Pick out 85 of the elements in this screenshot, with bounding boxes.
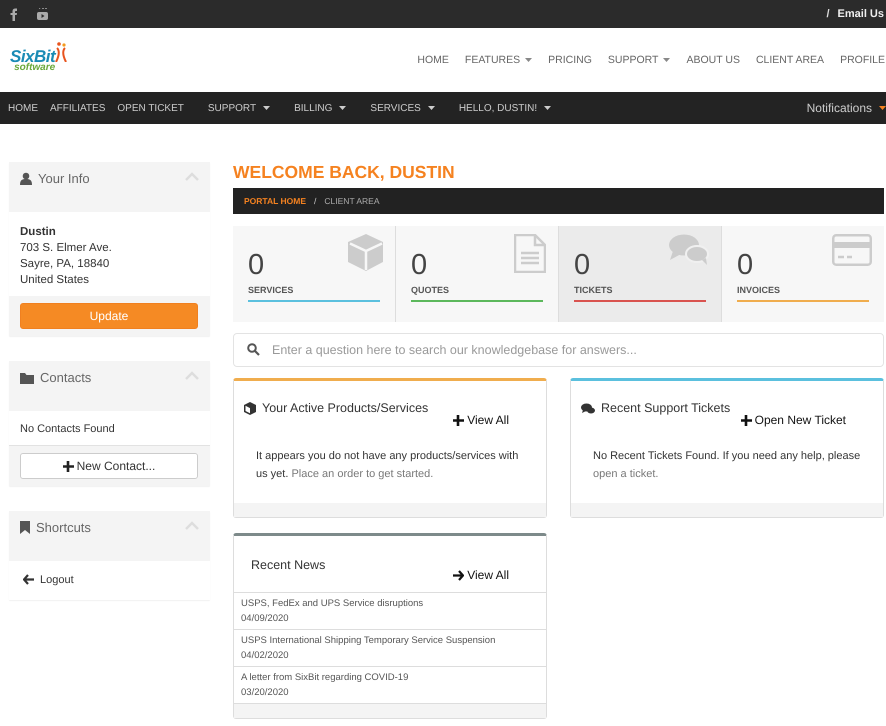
stat-label: INVOICES <box>737 285 780 297</box>
nav-link[interactable]: BILLING <box>286 102 350 114</box>
nav-link[interactable]: AFFILIATES <box>42 102 110 114</box>
breadcrumb-current: CLIENT AREA <box>324 196 380 206</box>
contact-name: Dustin <box>20 225 57 240</box>
stat-tile[interactable]: 0 QUOTES <box>396 226 559 322</box>
new-contact-button[interactable]: New Contact... <box>20 453 198 479</box>
view-all-link[interactable]: View All <box>453 568 509 582</box>
caret-icon <box>544 106 552 110</box>
arrow-left-icon <box>23 574 34 585</box>
email-us-link[interactable]: Email Us <box>838 8 884 20</box>
nav-link[interactable]: SERVICES <box>362 102 439 114</box>
nav-link[interactable]: HOME <box>0 102 42 114</box>
knowledgebase-search-field[interactable]: Enter a question here to search our knowledgebase for answers... <box>233 333 884 367</box>
breadcrumb-link[interactable]: PORTAL HOME <box>244 196 306 206</box>
menu-link[interactable]: PRICING <box>540 54 600 66</box>
address-line: United States <box>20 273 90 288</box>
address-line: 703 S. Elmer Ave. <box>20 241 113 256</box>
address-line: Sayre, PA, 18840 <box>20 257 110 272</box>
panel-action-link[interactable]: View All <box>453 413 509 427</box>
stat-label: QUOTES <box>411 285 450 297</box>
credit-card-icon <box>832 234 872 266</box>
panel-message: It appears you do not have any products/services with us yet. Place an order to get started. <box>255 449 520 482</box>
caret-icon <box>263 106 270 110</box>
caret-icon <box>339 106 346 110</box>
panel-title: Shortcuts <box>36 521 91 535</box>
notifications-menu[interactable]: Notifications <box>798 101 886 115</box>
stat-count: 0 <box>737 250 754 280</box>
panel-title: Your Active Products/Services <box>262 401 428 415</box>
caret-icon <box>879 106 886 110</box>
separator: / <box>826 8 830 20</box>
stat-count: 0 <box>248 250 264 280</box>
menu-link[interactable]: CLIENT AREA <box>748 54 832 66</box>
news-title-link[interactable]: USPS, FedEx and UPS Service disruptions <box>241 596 424 611</box>
stat-count: 0 <box>574 250 590 280</box>
caret-icon <box>525 58 532 62</box>
stat-tile[interactable]: 0 TICKETS <box>559 226 722 322</box>
logout-link[interactable]: Logout <box>23 574 74 586</box>
panel-action-link[interactable]: Open New Ticket <box>740 413 846 427</box>
stat-tile[interactable]: 0 SERVICES <box>233 226 396 322</box>
caret-icon <box>428 106 435 110</box>
panel-message-link[interactable]: open a ticket. <box>593 468 658 480</box>
stat-count: 0 <box>411 250 428 280</box>
news-date: 04/09/2020 <box>241 612 289 626</box>
arrow-right-icon <box>453 570 464 580</box>
document-icon <box>514 234 546 273</box>
stat-tile[interactable]: 0 INVOICES <box>722 226 884 322</box>
plus-icon <box>740 414 752 426</box>
menu-link[interactable]: ABOUT US <box>678 54 748 66</box>
news-title-link[interactable]: USPS International Shipping Temporary Service Suspension <box>241 633 496 648</box>
stat-label: SERVICES <box>248 285 294 297</box>
news-date: 04/02/2020 <box>241 649 289 663</box>
nav-link[interactable]: HELLO, DUSTIN! <box>450 102 556 114</box>
page-heading: WELCOME BACK, DUSTIN <box>233 162 456 182</box>
logo-tagline: software <box>14 62 56 72</box>
youtube-icon <box>37 8 48 20</box>
cube-icon <box>244 402 256 414</box>
plus-icon <box>62 460 74 472</box>
menu-link[interactable]: HOME <box>409 54 457 66</box>
facebook-icon <box>9 8 17 20</box>
news-title-link[interactable]: A letter from SixBit regarding COVID-19 <box>241 670 408 685</box>
chat-bubbles-icon <box>581 402 595 414</box>
menu-link[interactable]: SUPPORT <box>600 54 678 66</box>
panel-title: Recent Support Tickets <box>601 401 730 415</box>
folder-icon <box>20 371 34 384</box>
breadcrumb-separator: / <box>314 196 316 206</box>
menu-link[interactable]: PROFILE <box>832 54 886 66</box>
caret-icon <box>663 58 670 62</box>
menu-link[interactable]: FEATURES <box>456 54 540 66</box>
cube-icon <box>348 234 383 271</box>
panel-message: No Recent Tickets Found. If you need any help, please open a ticket. <box>592 449 862 482</box>
nav-link[interactable]: OPEN TICKET <box>109 102 188 114</box>
logo-figure-icon <box>55 42 68 62</box>
panel-title: Recent News <box>251 558 326 572</box>
user-icon <box>20 172 32 185</box>
chat-bubbles-icon <box>669 234 709 266</box>
stat-label: TICKETS <box>574 285 613 297</box>
panel-message-link[interactable]: Place an order to get started. <box>291 468 434 480</box>
panel-title: Contacts <box>40 371 92 385</box>
news-date: 03/20/2020 <box>241 686 289 700</box>
plus-icon <box>453 414 464 426</box>
bookmark-icon <box>20 521 30 534</box>
search-icon <box>247 343 260 356</box>
nav-link[interactable]: SUPPORT <box>200 102 274 114</box>
panel-title: Your Info <box>38 172 90 186</box>
